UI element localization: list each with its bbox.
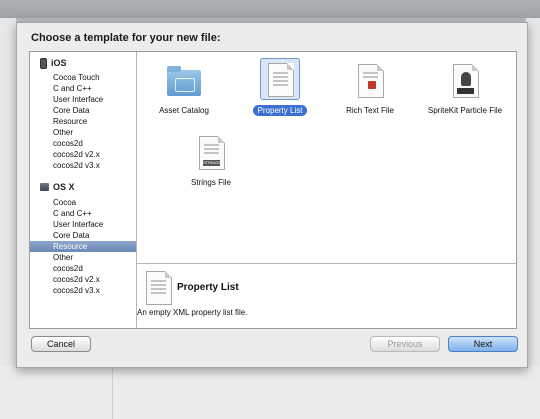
sidebar-item-user-interface[interactable]: User Interface bbox=[30, 219, 136, 230]
template-label: Asset Catalog bbox=[159, 106, 209, 115]
template-strings-file[interactable]: STRINGS Strings File bbox=[171, 134, 251, 190]
sidebar-item-cocos2d[interactable]: cocos2d bbox=[30, 263, 136, 274]
template-panel: iOS Cocoa Touch C and C++ User Interface… bbox=[29, 51, 517, 329]
selection-highlight bbox=[260, 58, 300, 100]
template-asset-catalog[interactable]: Asset Catalog bbox=[144, 62, 224, 118]
template-spritekit-particle-file[interactable]: SpriteKit Particle File bbox=[417, 62, 513, 118]
sidebar-item-resource-selected[interactable]: Resource bbox=[30, 241, 136, 252]
folder-icon bbox=[167, 62, 201, 100]
sidebar-group-osx[interactable]: OS X bbox=[40, 180, 75, 194]
previous-button[interactable]: Previous bbox=[370, 336, 440, 352]
sidebar-item-user-interface[interactable]: User Interface bbox=[30, 94, 136, 105]
sidebar-item-core-data[interactable]: Core Data bbox=[30, 105, 136, 116]
document-icon bbox=[146, 271, 172, 305]
strings-document-icon: STRINGS bbox=[194, 134, 228, 172]
detail-title: Property List bbox=[177, 282, 239, 293]
sprite-document-icon bbox=[448, 62, 482, 100]
strings-badge: STRINGS bbox=[203, 160, 221, 166]
sheet-title: Choose a template for your new file: bbox=[31, 32, 221, 44]
sidebar-item-cocos2d-v2[interactable]: cocos2d v2.x bbox=[30, 274, 136, 285]
document-icon bbox=[263, 61, 297, 99]
template-label: Property List bbox=[252, 105, 308, 116]
sidebar-item-cocos2d-v3[interactable]: cocos2d v3.x bbox=[30, 285, 136, 296]
sidebar-item-core-data[interactable]: Core Data bbox=[30, 230, 136, 241]
window-bottom-area bbox=[0, 366, 540, 419]
rich-text-document-icon bbox=[353, 62, 387, 100]
sidebar-group-ios[interactable]: iOS bbox=[40, 56, 67, 70]
detail-description: An empty XML property list file. bbox=[137, 308, 248, 317]
window-left-edge bbox=[0, 18, 16, 419]
mac-icon bbox=[40, 183, 49, 191]
window-toolbar bbox=[0, 0, 540, 18]
template-rich-text-file[interactable]: Rich Text File bbox=[330, 62, 410, 118]
template-label: Rich Text File bbox=[346, 106, 394, 115]
window-right-edge bbox=[526, 18, 540, 419]
template-detail: Property List An empty XML property list… bbox=[137, 264, 516, 328]
sidebar-group-label: OS X bbox=[53, 182, 75, 192]
template-property-list[interactable]: Property List bbox=[240, 58, 320, 118]
iphone-icon bbox=[40, 57, 47, 69]
sidebar-item-cocoa-touch[interactable]: Cocoa Touch bbox=[30, 72, 136, 83]
sidebar-item-other[interactable]: Other bbox=[30, 127, 136, 138]
sidebar-item-c-and-cpp[interactable]: C and C++ bbox=[30, 83, 136, 94]
sidebar-item-c-and-cpp[interactable]: C and C++ bbox=[30, 208, 136, 219]
sidebar-item-cocos2d-v2[interactable]: cocos2d v2.x bbox=[30, 149, 136, 160]
template-grid: Asset Catalog Property List Rich Text Fi… bbox=[137, 52, 516, 263]
cancel-button[interactable]: Cancel bbox=[31, 336, 91, 352]
template-label: Strings File bbox=[190, 178, 231, 187]
window-divider bbox=[112, 366, 113, 419]
sidebar-item-cocos2d-v3[interactable]: cocos2d v3.x bbox=[30, 160, 136, 171]
sidebar-item-resource[interactable]: Resource bbox=[30, 116, 136, 127]
next-button[interactable]: Next bbox=[448, 336, 518, 352]
sidebar-item-other[interactable]: Other bbox=[30, 252, 136, 263]
template-sidebar: iOS Cocoa Touch C and C++ User Interface… bbox=[30, 52, 137, 328]
sidebar-item-cocoa[interactable]: Cocoa bbox=[30, 197, 136, 208]
sidebar-group-label: iOS bbox=[51, 58, 67, 68]
sidebar-item-cocos2d[interactable]: cocos2d bbox=[30, 138, 136, 149]
new-file-sheet: Choose a template for your new file: iOS… bbox=[16, 22, 528, 368]
template-label: SpriteKit Particle File bbox=[427, 106, 503, 115]
